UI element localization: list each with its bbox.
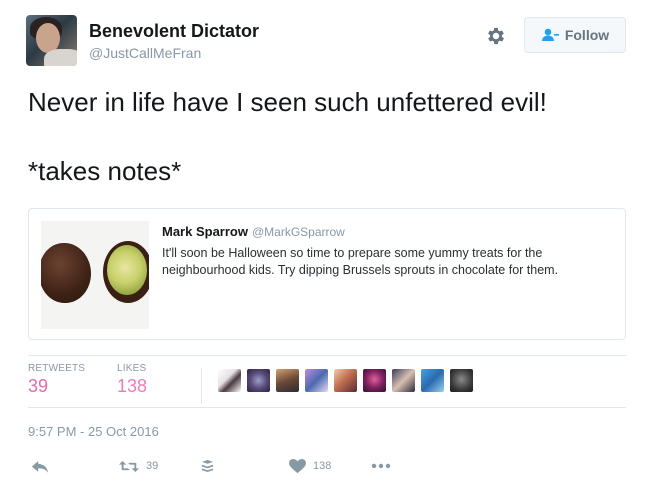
liker-avatar-4[interactable] xyxy=(305,369,328,392)
like-count: 138 xyxy=(313,460,332,472)
quoted-tweet-image[interactable] xyxy=(41,221,149,329)
retweets-label: RETWEETS xyxy=(28,363,86,374)
quoted-author-name: Mark Sparrow xyxy=(162,224,248,239)
heart-icon xyxy=(289,458,306,474)
author-handle[interactable]: @JustCallMeFran xyxy=(89,45,201,61)
retweet-icon xyxy=(119,459,139,474)
tweet-text-line2: *takes notes* xyxy=(28,156,182,186)
retweet-count: 39 xyxy=(146,460,159,472)
quoted-tweet[interactable]: Mark Sparrow @MarkGSparrow It'll soon be … xyxy=(28,208,626,340)
follow-button-label: Follow xyxy=(564,27,610,43)
chocolate-sprout-whole xyxy=(41,243,91,303)
retweets-stat[interactable]: RETWEETS 39 xyxy=(28,363,85,397)
stack-button[interactable] xyxy=(201,457,214,475)
stack-icon xyxy=(201,459,214,474)
avatar-shoulder xyxy=(44,49,77,66)
stats-top-divider xyxy=(28,355,626,356)
liker-avatar-7[interactable] xyxy=(392,369,415,392)
reply-button[interactable] xyxy=(31,457,49,475)
liker-avatar-6[interactable] xyxy=(363,369,386,392)
retweets-count: 39 xyxy=(28,376,49,396)
reply-icon xyxy=(31,459,49,474)
gear-icon[interactable] xyxy=(485,25,507,47)
tweet-text-line1: Never in life have I seen such unfettere… xyxy=(28,87,547,117)
likes-label: LIKES xyxy=(117,363,147,374)
quoted-tweet-text: It'll soon be Halloween so time to prepa… xyxy=(162,246,559,277)
like-button[interactable]: 138 xyxy=(289,457,331,475)
liker-avatar-5[interactable] xyxy=(334,369,357,392)
more-dots-icon xyxy=(371,463,391,469)
liker-avatar-1[interactable] xyxy=(218,369,241,392)
follow-button[interactable]: Follow xyxy=(524,17,626,53)
liker-avatar-9[interactable] xyxy=(450,369,473,392)
stats-bottom-divider xyxy=(28,407,626,408)
more-button[interactable] xyxy=(371,457,391,475)
quoted-author-handle: @MarkGSparrow xyxy=(251,225,345,239)
quoted-author-line[interactable]: Mark Sparrow @MarkGSparrow xyxy=(162,224,345,239)
follow-person-icon xyxy=(541,27,559,43)
liker-avatar-8[interactable] xyxy=(421,369,444,392)
tweet-timestamp[interactable]: 9:57 PM - 25 Oct 2016 xyxy=(28,424,159,439)
liker-avatar-3[interactable] xyxy=(276,369,299,392)
author-avatar[interactable] xyxy=(26,15,77,66)
stats-separator xyxy=(201,368,202,404)
liker-avatar-2[interactable] xyxy=(247,369,270,392)
likes-count: 138 xyxy=(117,376,148,396)
author-name[interactable]: Benevolent Dictator xyxy=(89,21,259,42)
sprout-cross-section xyxy=(107,245,147,295)
retweet-button[interactable]: 39 xyxy=(119,457,158,475)
likes-stat[interactable]: LIKES 138 xyxy=(117,363,147,397)
